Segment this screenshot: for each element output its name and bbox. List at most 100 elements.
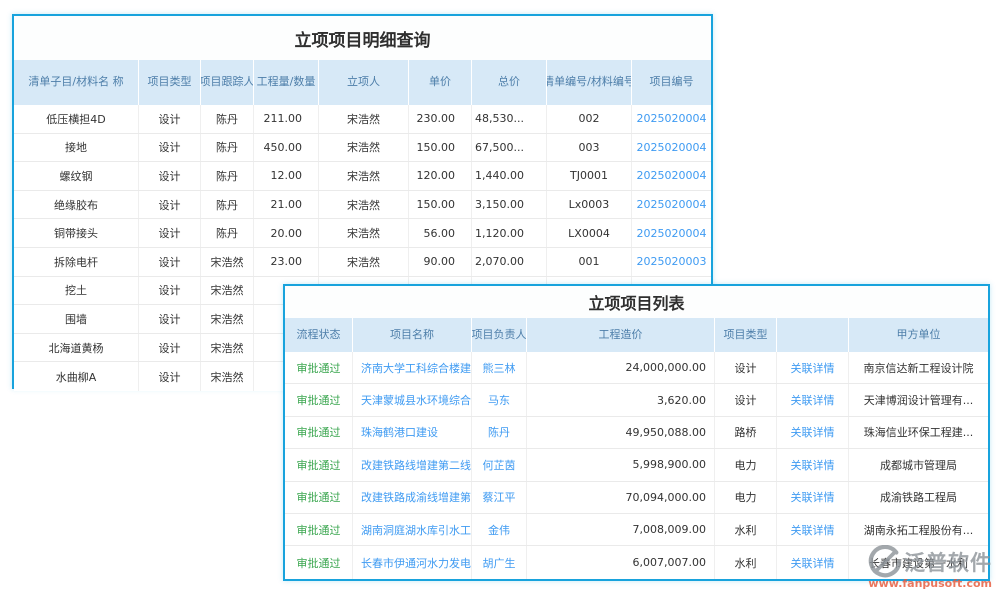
detail-cell-total-price: 67,500...: [472, 134, 547, 162]
list-cell-type: 设计: [715, 384, 777, 415]
detail-cell-list-code: 001: [547, 248, 632, 276]
detail-cell-project-type: 设计: [139, 191, 201, 219]
list-cell-status[interactable]: 审批通过: [285, 417, 353, 448]
list-col-header-1: 项目名称: [353, 318, 472, 352]
table-row: 拆除电杆设计宋浩然23.00宋浩然90.002,070.000012025020…: [14, 248, 711, 277]
detail-cell-unit-price: 230.00: [409, 105, 472, 133]
list-cell-status[interactable]: 审批通过: [285, 449, 353, 480]
list-cell-detail-link[interactable]: 关联详情: [777, 384, 849, 415]
list-cell-party: 天津博润设计管理有...: [849, 384, 988, 415]
detail-cell-initiator: 宋浩然: [319, 191, 409, 219]
detail-cell-total-price: 3,150.00: [472, 191, 547, 219]
detail-cell-total-price: 2,070.00: [472, 248, 547, 276]
list-cell-detail-link[interactable]: 关联详情: [777, 417, 849, 448]
detail-cell-list-code: LX0004: [547, 219, 632, 247]
list-cell-project-name[interactable]: 济南大学工科综合楼建设...: [353, 352, 472, 383]
detail-cell-project-code[interactable]: 2025020004: [632, 105, 711, 133]
detail-cell-tracker: 陈丹: [201, 191, 254, 219]
detail-col-header-5: 单价: [409, 60, 472, 105]
list-cell-type: 设计: [715, 352, 777, 383]
list-cell-leader[interactable]: 蔡江平: [472, 482, 527, 513]
table-row: 审批通过济南大学工科综合楼建设...熊三林24,000,000.00设计关联详情…: [285, 352, 988, 384]
detail-table-header: 清单子目/材料名 称项目类型项目跟踪人工程量/数量立项人单价总价清单编号/材料编…: [14, 60, 711, 105]
detail-cell-total-price: 1,440.00: [472, 162, 547, 190]
list-cell-project-name[interactable]: 湖南洞庭湖水库引水工程...: [353, 514, 472, 545]
list-cell-leader[interactable]: 马东: [472, 384, 527, 415]
table-row: 螺纹钢设计陈丹12.00宋浩然120.001,440.00TJ000120250…: [14, 162, 711, 191]
detail-cell-unit-price: 150.00: [409, 191, 472, 219]
detail-cell-project-code[interactable]: 2025020004: [632, 162, 711, 190]
detail-cell-tracker: 陈丹: [201, 162, 254, 190]
list-cell-project-name[interactable]: 改建铁路成渝线增建第二...: [353, 482, 472, 513]
table-row: 审批通过天津蒙城县水环境综合治...马东3,620.00设计关联详情天津博润设计…: [285, 384, 988, 416]
detail-cell-project-code[interactable]: 2025020004: [632, 134, 711, 162]
list-cell-leader[interactable]: 陈丹: [472, 417, 527, 448]
list-table-header: 流程状态项目名称项目负责人工程造价项目类型甲方单位: [285, 318, 988, 352]
list-cell-status[interactable]: 审批通过: [285, 514, 353, 545]
list-cell-project-name[interactable]: 长春市伊通河水力发电厂...: [353, 546, 472, 578]
detail-col-header-4: 立项人: [319, 60, 409, 105]
detail-cell-project-type: 设计: [139, 105, 201, 133]
list-cell-detail-link[interactable]: 关联详情: [777, 449, 849, 480]
list-cell-cost: 5,998,900.00: [527, 449, 715, 480]
list-cell-detail-link[interactable]: 关联详情: [777, 546, 849, 578]
detail-cell-tracker: 陈丹: [201, 105, 254, 133]
list-cell-detail-link[interactable]: 关联详情: [777, 482, 849, 513]
list-cell-detail-link[interactable]: 关联详情: [777, 352, 849, 383]
detail-cell-project-type: 设计: [139, 134, 201, 162]
table-row: 审批通过湖南洞庭湖水库引水工程...金伟7,008,009.00水利关联详情湖南…: [285, 514, 988, 546]
list-col-header-2: 项目负责人: [472, 318, 527, 352]
detail-cell-quantity: 23.00: [254, 248, 319, 276]
list-cell-party: 湖南永拓工程股份有...: [849, 514, 988, 545]
detail-col-header-0: 清单子目/材料名 称: [14, 60, 139, 105]
list-cell-status[interactable]: 审批通过: [285, 384, 353, 415]
list-cell-cost: 49,950,088.00: [527, 417, 715, 448]
list-cell-leader[interactable]: 金伟: [472, 514, 527, 545]
detail-cell-initiator: 宋浩然: [319, 162, 409, 190]
table-row: 审批通过改建铁路成渝线增建第二...蔡江平70,094,000.00电力关联详情…: [285, 482, 988, 514]
detail-cell-tracker: 宋浩然: [201, 248, 254, 276]
detail-col-header-2: 项目跟踪人: [201, 60, 254, 105]
detail-cell-project-code[interactable]: 2025020004: [632, 191, 711, 219]
list-cell-cost: 6,007,007.00: [527, 546, 715, 578]
list-cell-type: 路桥: [715, 417, 777, 448]
detail-cell-project-type: 设计: [139, 305, 201, 333]
detail-cell-project-type: 设计: [139, 277, 201, 305]
detail-cell-quantity: 450.00: [254, 134, 319, 162]
list-cell-project-name[interactable]: 天津蒙城县水环境综合治...: [353, 384, 472, 415]
detail-cell-material-name: 接地: [14, 134, 139, 162]
list-cell-status[interactable]: 审批通过: [285, 546, 353, 578]
detail-cell-total-price: 48,530...: [472, 105, 547, 133]
detail-cell-tracker: 陈丹: [201, 134, 254, 162]
list-col-header-3: 工程造价: [527, 318, 715, 352]
detail-cell-list-code: 003: [547, 134, 632, 162]
detail-cell-quantity: 20.00: [254, 219, 319, 247]
list-cell-status[interactable]: 审批通过: [285, 352, 353, 383]
list-cell-cost: 3,620.00: [527, 384, 715, 415]
list-cell-type: 水利: [715, 546, 777, 578]
detail-cell-initiator: 宋浩然: [319, 248, 409, 276]
list-cell-status[interactable]: 审批通过: [285, 482, 353, 513]
list-cell-leader[interactable]: 胡广生: [472, 546, 527, 578]
table-row: 接地设计陈丹450.00宋浩然150.0067,500...0032025020…: [14, 134, 711, 163]
detail-cell-list-code: Lx0003: [547, 191, 632, 219]
list-cell-leader[interactable]: 何芷茵: [472, 449, 527, 480]
detail-cell-project-code[interactable]: 2025020003: [632, 248, 711, 276]
detail-col-header-1: 项目类型: [139, 60, 201, 105]
list-table-body: 审批通过济南大学工科综合楼建设...熊三林24,000,000.00设计关联详情…: [285, 352, 988, 579]
list-cell-project-name[interactable]: 珠海鹤港口建设: [353, 417, 472, 448]
detail-cell-material-name: 挖土: [14, 277, 139, 305]
list-cell-project-name[interactable]: 改建铁路线增建第二线直...: [353, 449, 472, 480]
list-col-header-5: [777, 318, 849, 352]
detail-cell-material-name: 拆除电杆: [14, 248, 139, 276]
detail-cell-list-code: 002: [547, 105, 632, 133]
detail-cell-tracker: 陈丹: [201, 219, 254, 247]
list-cell-leader[interactable]: 熊三林: [472, 352, 527, 383]
detail-cell-tracker: 宋浩然: [201, 362, 254, 391]
detail-col-header-6: 总价: [472, 60, 547, 105]
detail-cell-unit-price: 56.00: [409, 219, 472, 247]
detail-cell-project-code[interactable]: 2025020004: [632, 219, 711, 247]
table-row: 审批通过改建铁路线增建第二线直...何芷茵5,998,900.00电力关联详情成…: [285, 449, 988, 481]
detail-cell-material-name: 绝缘胶布: [14, 191, 139, 219]
list-cell-detail-link[interactable]: 关联详情: [777, 514, 849, 545]
